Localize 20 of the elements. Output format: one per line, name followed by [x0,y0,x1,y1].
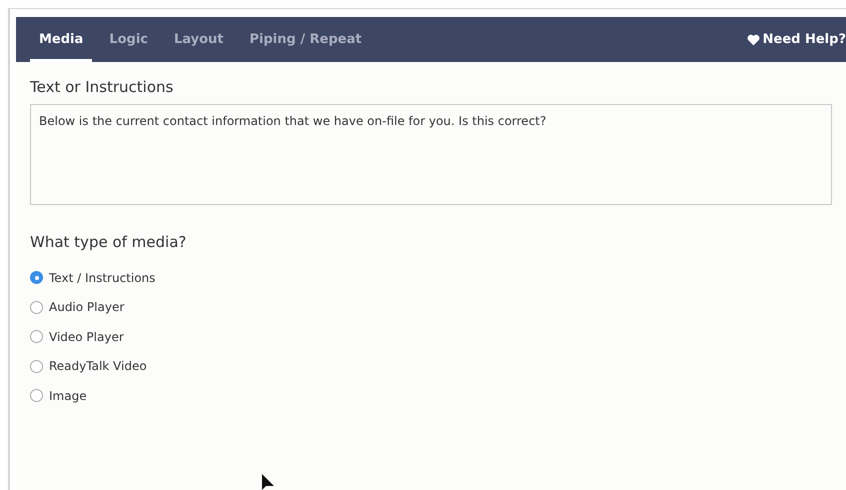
radio-label[interactable]: Video Player [49,330,124,344]
radio-button[interactable] [30,300,43,314]
tab[interactable]: Layout [164,17,233,62]
tab[interactable]: Piping / Repeat [240,17,371,62]
field-label: Text or Instructions [30,78,174,96]
radio-button[interactable] [30,271,43,284]
section-heading: What type of media? [30,233,188,251]
mouse-pointer-icon [261,474,275,490]
tab[interactable]: Media [30,17,92,62]
radio-label[interactable]: ReadyTalk Video [49,359,147,374]
radio-label[interactable]: Text / Instructions [49,270,156,285]
heart-icon [746,34,760,46]
radio-button[interactable] [30,389,43,402]
tab[interactable]: Logic [100,17,157,62]
help-link[interactable]: Need Help? [746,17,846,62]
radio-button[interactable] [30,360,43,373]
radio-label[interactable]: Audio Player [49,300,124,314]
text-area[interactable]: Below is the current contact information that we have on-file for you. Is this correct? [30,104,832,205]
radio-button[interactable] [30,330,43,344]
radio-label[interactable]: Image [49,388,87,403]
